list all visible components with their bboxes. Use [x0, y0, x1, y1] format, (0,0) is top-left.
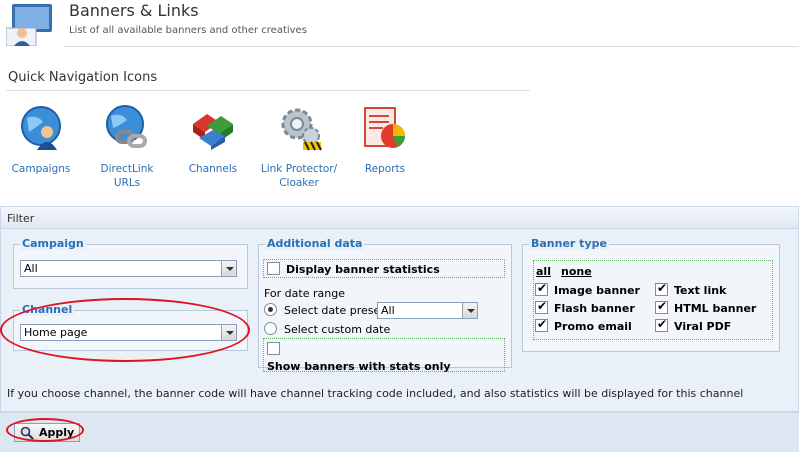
quick-nav-link-protector[interactable]: Link Protector/ Cloaker [258, 104, 340, 190]
campaign-select-value: All [24, 262, 38, 275]
channel-select-value: Home page [24, 326, 88, 339]
channels-blocks-icon [193, 114, 233, 150]
campaign-legend: Campaign [20, 237, 86, 250]
quick-nav-title: Quick Navigation Icons [8, 70, 158, 85]
date-preset-value: All [381, 304, 395, 317]
banner-type-legend: Banner type [529, 237, 609, 250]
select-none-link[interactable]: none [561, 265, 592, 278]
additional-data-legend: Additional data [265, 237, 365, 250]
viral-pdf-label: Viral PDF [674, 320, 732, 333]
filter-header: Filter [1, 207, 798, 229]
stats-only-label: Show banners with stats only [267, 360, 451, 373]
promo-email-label: Promo email [554, 320, 632, 333]
quick-nav-label: Campaigns [11, 163, 71, 175]
campaign-select[interactable]: All [20, 260, 237, 277]
chevron-down-icon[interactable] [221, 325, 236, 340]
stats-only-checkbox[interactable] [267, 342, 280, 355]
flash-banner-checkbox[interactable] [535, 299, 548, 314]
chevron-down-icon[interactable] [462, 303, 477, 318]
viral-pdf-checkbox[interactable] [655, 317, 668, 332]
filter-panel: Filter Campaign All Channel Home page Ad… [0, 206, 799, 412]
date-range-label: For date range [264, 287, 345, 300]
filter-title: Filter [7, 212, 35, 225]
flash-banner-label: Flash banner [554, 302, 635, 315]
reports-chart-icon [364, 107, 405, 148]
channel-fieldset: Channel Home page [13, 303, 248, 351]
custom-date-radio[interactable] [264, 322, 277, 335]
quick-nav-campaigns[interactable]: Campaigns [10, 104, 72, 176]
channel-legend: Channel [20, 303, 75, 316]
directlink-globe-chain-icon [106, 105, 147, 148]
quick-nav-directlink[interactable]: DirectLink URLs [86, 104, 168, 190]
campaigns-globe-user-icon [21, 106, 61, 150]
html-banner-label: HTML banner [674, 302, 757, 315]
html-banner-checkbox[interactable] [655, 299, 668, 314]
banners-links-icon [6, 4, 52, 46]
display-stats-label: Display banner statistics [286, 263, 440, 276]
text-link-label: Text link [674, 284, 727, 297]
apply-button-label: Apply [39, 426, 75, 439]
channel-note: If you choose channel, the banner code w… [7, 387, 744, 400]
quick-nav-divider [6, 90, 530, 91]
page-header: Banners & Links List of all available ba… [0, 0, 799, 50]
image-banner-checkbox[interactable] [535, 281, 548, 296]
select-all-link[interactable]: all [536, 265, 551, 278]
date-preset-label: Select date preset [284, 304, 385, 317]
channel-select[interactable]: Home page [20, 324, 237, 341]
display-stats-checkbox[interactable] [267, 262, 280, 275]
quick-nav-channels[interactable]: Channels [184, 104, 242, 176]
apply-button[interactable]: Apply [14, 423, 80, 442]
filter-footer: Apply [0, 412, 799, 452]
campaign-fieldset: Campaign All [13, 237, 248, 289]
quick-nav-reports[interactable]: Reports [356, 104, 414, 176]
link-protector-gear-icon [281, 108, 322, 151]
quick-nav-label: Link Protector/ Cloaker [260, 163, 338, 189]
quick-nav-label: DirectLink URLs [100, 163, 154, 189]
search-icon [20, 426, 34, 440]
page-subtitle: List of all available banners and other … [69, 25, 307, 36]
banner-type-fieldset: Banner type all none Image banner Text l… [522, 237, 780, 352]
quick-nav-label: Reports [364, 163, 406, 175]
text-link-checkbox[interactable] [655, 281, 668, 296]
promo-email-checkbox[interactable] [535, 317, 548, 332]
header-divider [64, 46, 799, 47]
date-preset-radio[interactable] [264, 303, 277, 316]
chevron-down-icon[interactable] [221, 261, 236, 276]
quick-nav-label: Channels [188, 163, 238, 175]
custom-date-label: Select custom date [284, 323, 391, 336]
date-preset-select[interactable]: All [377, 302, 478, 319]
image-banner-label: Image banner [554, 284, 640, 297]
additional-data-fieldset: Additional data Display banner statistic… [258, 237, 512, 373]
page-title: Banners & Links [69, 1, 199, 20]
